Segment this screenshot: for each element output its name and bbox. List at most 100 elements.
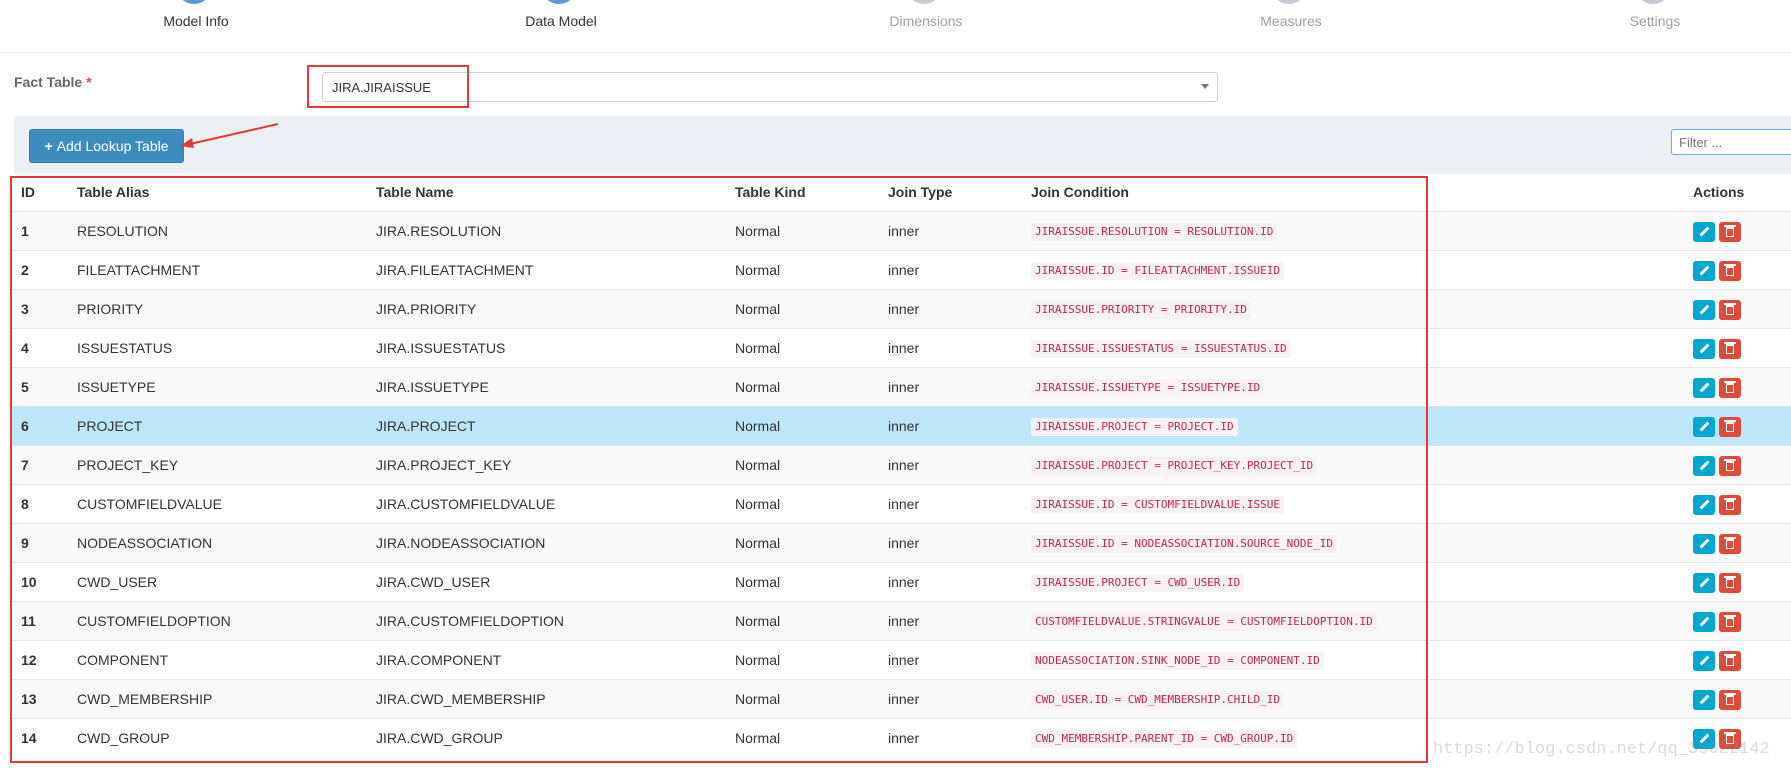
delete-button[interactable] <box>1719 339 1741 359</box>
table-row[interactable]: 13 CWD_MEMBERSHIP JIRA.CWD_MEMBERSHIP Norma… <box>12 679 1791 718</box>
header-join-condition: Join Condition <box>1031 184 1129 200</box>
cell-table-alias: CWD_GROUP <box>77 730 170 746</box>
table-row[interactable]: 8 CUSTOMFIELDVALUE JIRA.CUSTOMFIELDVALUE No… <box>12 484 1791 523</box>
table-row[interactable]: 10 CWD_USER JIRA.CWD_USER Normal inner JIRAIS… <box>12 562 1791 601</box>
step-circle <box>176 0 212 4</box>
delete-button[interactable] <box>1719 300 1741 320</box>
cell-id: 11 <box>21 613 36 629</box>
step-label: Settings <box>1629 13 1681 29</box>
row-actions <box>1693 534 1745 559</box>
step-circle <box>1635 0 1671 4</box>
table-row[interactable]: 9 NODEASSOCIATION JIRA.NODEASSOCIATION Norm… <box>12 523 1791 562</box>
cell-join-condition: JIRAISSUE.ID = FILEATTACHMENT.ISSUEID <box>1031 251 1285 289</box>
table-row[interactable]: 4 ISSUESTATUS JIRA.ISSUESTATUS Normal inner J… <box>12 328 1791 367</box>
trash-icon <box>1726 344 1734 354</box>
cell-table-alias: ISSUETYPE <box>77 379 156 395</box>
cell-table-name: JIRA.FILEATTACHMENT <box>376 262 534 278</box>
cell-id: 12 <box>21 652 37 668</box>
trash-icon <box>1726 305 1734 315</box>
trash-icon <box>1726 539 1734 549</box>
cell-id: 5 <box>21 379 29 395</box>
table-row[interactable]: 2 FILEATTACHMENT JIRA.FILEATTACHMENT Normal… <box>12 250 1791 289</box>
delete-button[interactable] <box>1719 417 1741 437</box>
table-row[interactable]: 6 PROJECT JIRA.PROJECT Normal inner JIRAISSUE… <box>12 406 1791 445</box>
edit-button[interactable] <box>1693 378 1715 398</box>
cell-table-name: JIRA.ISSUESTATUS <box>376 340 506 356</box>
table-row[interactable]: 14 CWD_GROUP JIRA.CWD_GROUP Normal inner CWD_… <box>12 718 1791 757</box>
table-row[interactable]: 11 CUSTOMFIELDOPTION JIRA.CUSTOMFIELDOPTIO… <box>12 601 1791 640</box>
cell-table-alias: NODEASSOCIATION <box>77 535 213 551</box>
edit-button[interactable] <box>1693 534 1715 554</box>
edit-button[interactable] <box>1693 612 1715 632</box>
cell-join-condition: CWD_USER.ID = CWD_MEMBERSHIP.CHILD_ID <box>1031 680 1285 718</box>
add-lookup-table-label: Add Lookup Table <box>56 138 169 154</box>
edit-button[interactable] <box>1693 222 1715 242</box>
cell-table-kind: Normal <box>735 652 781 668</box>
cell-table-kind: Normal <box>735 262 781 278</box>
delete-button[interactable] <box>1719 690 1741 710</box>
cell-join-type: inner <box>888 496 920 512</box>
trash-icon <box>1726 461 1734 471</box>
table-row[interactable]: 1 RESOLUTION JIRA.RESOLUTION Normal inner JIR… <box>12 211 1791 250</box>
delete-button[interactable] <box>1719 222 1741 242</box>
cell-table-kind: Normal <box>735 535 781 551</box>
cell-table-alias: CUSTOMFIELDVALUE <box>77 496 222 512</box>
pencil-icon <box>1699 577 1710 588</box>
fact-table-label: Fact Table * <box>14 74 92 90</box>
cell-table-kind: Normal <box>735 496 781 512</box>
join-condition-code: CWD_USER.ID = CWD_MEMBERSHIP.CHILD_ID <box>1031 691 1285 710</box>
trash-icon <box>1726 266 1734 276</box>
pencil-icon <box>1699 655 1710 666</box>
cell-id: 6 <box>21 418 29 434</box>
delete-button[interactable] <box>1719 495 1741 515</box>
cell-join-type: inner <box>888 730 920 746</box>
edit-button[interactable] <box>1693 690 1715 710</box>
row-actions <box>1693 417 1745 442</box>
delete-button[interactable] <box>1719 729 1741 749</box>
edit-button[interactable] <box>1693 456 1715 476</box>
header-id: ID <box>21 184 35 200</box>
delete-button[interactable] <box>1719 456 1741 476</box>
pencil-icon <box>1699 538 1710 549</box>
filter-input[interactable] <box>1671 129 1791 155</box>
row-actions <box>1693 690 1745 715</box>
table-row[interactable]: 5 ISSUETYPE JIRA.ISSUETYPE Normal inner JIRAI… <box>12 367 1791 406</box>
required-mark: * <box>86 74 92 90</box>
edit-button[interactable] <box>1693 417 1715 437</box>
pencil-icon <box>1699 499 1710 510</box>
trash-icon <box>1726 617 1734 627</box>
edit-button[interactable] <box>1693 261 1715 281</box>
delete-button[interactable] <box>1719 378 1741 398</box>
table-row[interactable]: 3 PRIORITY JIRA.PRIORITY Normal inner JIRAISS… <box>12 289 1791 328</box>
cell-table-alias: FILEATTACHMENT <box>77 262 201 278</box>
cell-table-alias: PROJECT <box>77 418 143 434</box>
pencil-icon <box>1699 694 1710 705</box>
table-row[interactable]: 7 PROJECT_KEY JIRA.PROJECT_KEY Normal inner J… <box>12 445 1791 484</box>
edit-button[interactable] <box>1693 729 1715 749</box>
delete-button[interactable] <box>1719 651 1741 671</box>
plus-icon: + <box>44 138 53 154</box>
cell-table-alias: COMPONENT <box>77 652 168 668</box>
delete-button[interactable] <box>1719 612 1741 632</box>
cell-join-type: inner <box>888 457 920 473</box>
edit-button[interactable] <box>1693 651 1715 671</box>
cell-table-alias: PROJECT_KEY <box>77 457 179 473</box>
cell-table-name: JIRA.COMPONENT <box>376 652 502 668</box>
add-lookup-table-button[interactable]: + Add Lookup Table <box>29 129 184 163</box>
row-actions <box>1693 456 1745 481</box>
annotation-highlight-box <box>307 65 469 108</box>
trash-icon <box>1726 422 1734 432</box>
pencil-icon <box>1699 733 1710 744</box>
delete-button[interactable] <box>1719 261 1741 281</box>
delete-button[interactable] <box>1719 573 1741 593</box>
pencil-icon <box>1699 421 1710 432</box>
edit-button[interactable] <box>1693 339 1715 359</box>
cell-table-kind: Normal <box>735 418 781 434</box>
delete-button[interactable] <box>1719 534 1741 554</box>
edit-button[interactable] <box>1693 573 1715 593</box>
table-row[interactable]: 12 COMPONENT JIRA.COMPONENT Normal inner NODE… <box>12 640 1791 679</box>
edit-button[interactable] <box>1693 300 1715 320</box>
cell-join-type: inner <box>888 613 920 629</box>
edit-button[interactable] <box>1693 495 1715 515</box>
cell-table-name: JIRA.CWD_USER <box>376 574 491 590</box>
